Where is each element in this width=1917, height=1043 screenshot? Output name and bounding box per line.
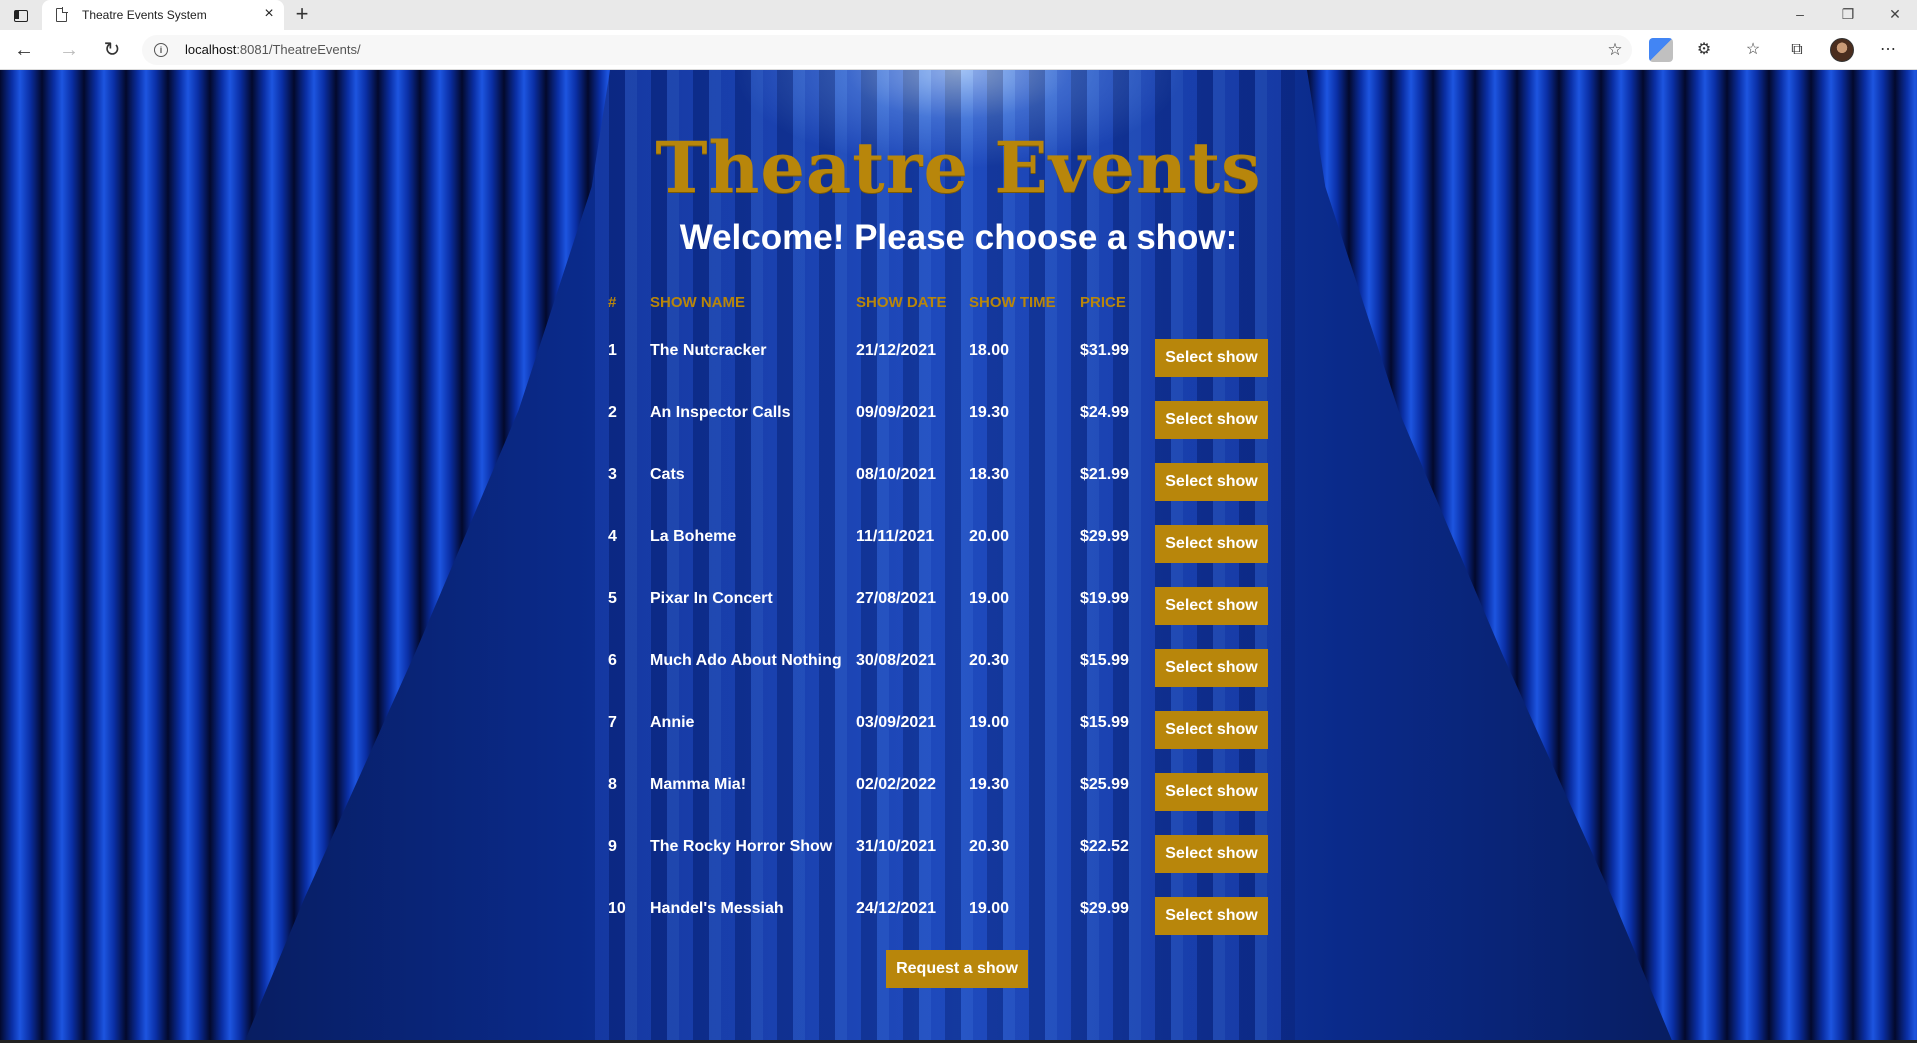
show-date: 21/12/2021: [856, 342, 937, 359]
page-icon: [56, 7, 68, 22]
extensions-icon[interactable]: ⚙: [1692, 38, 1716, 62]
select-show-button[interactable]: Select show: [1155, 587, 1268, 625]
show-date: 09/09/2021: [856, 404, 937, 421]
show-time: 19.00: [969, 714, 1010, 731]
show-name: Annie: [650, 714, 695, 731]
minimize-button[interactable]: –: [1785, 4, 1815, 24]
select-show-button[interactable]: Select show: [1155, 339, 1268, 377]
page-body: Theatre Events Welcome! Please choose a …: [0, 70, 1917, 1043]
url-path: :8081/TheatreEvents/: [236, 42, 361, 57]
show-price: $15.99: [1080, 652, 1129, 669]
collections-icon[interactable]: ⧉: [1785, 38, 1809, 62]
show-name: Pixar In Concert: [650, 590, 773, 607]
show-date: 31/10/2021: [856, 838, 937, 855]
extension-icon[interactable]: [1649, 38, 1673, 62]
show-time: 19.30: [969, 404, 1010, 421]
show-time: 18.00: [969, 342, 1010, 359]
show-name: Cats: [650, 466, 685, 483]
select-show-button[interactable]: Select show: [1155, 711, 1268, 749]
show-price: $21.99: [1080, 466, 1129, 483]
row-number: 3: [608, 466, 617, 483]
select-show-button[interactable]: Select show: [1155, 401, 1268, 439]
browser-tab[interactable]: Theatre Events System ×: [42, 0, 284, 30]
restore-button[interactable]: ❐: [1833, 4, 1863, 24]
show-price: $24.99: [1080, 404, 1129, 421]
tab-actions-icon[interactable]: [10, 6, 30, 24]
show-time: 20.30: [969, 652, 1010, 669]
select-show-button[interactable]: Select show: [1155, 773, 1268, 811]
row-number: 1: [608, 342, 617, 359]
show-price: $15.99: [1080, 714, 1129, 731]
column-header-show-time: SHOW TIME: [969, 294, 1056, 311]
row-number: 7: [608, 714, 617, 731]
row-number: 9: [608, 838, 617, 855]
show-price: $19.99: [1080, 590, 1129, 607]
show-name: Mamma Mia!: [650, 776, 747, 793]
favorites-icon[interactable]: ☆: [1741, 38, 1765, 62]
select-show-button[interactable]: Select show: [1155, 463, 1268, 501]
select-show-button[interactable]: Select show: [1155, 835, 1268, 873]
show-price: $31.99: [1080, 342, 1129, 359]
add-favorite-icon[interactable]: ☆: [1604, 39, 1626, 61]
close-window-button[interactable]: ✕: [1880, 4, 1910, 24]
show-time: 19.00: [969, 590, 1010, 607]
reload-button[interactable]: ↻: [100, 38, 124, 62]
url-host: localhost: [185, 42, 237, 57]
select-show-button[interactable]: Select show: [1155, 649, 1268, 687]
show-date: 02/02/2022: [856, 776, 937, 793]
page-subtitle: Welcome! Please choose a show:: [679, 218, 1238, 257]
row-number: 4: [608, 528, 617, 545]
row-number: 6: [608, 652, 617, 669]
show-date: 30/08/2021: [856, 652, 937, 669]
show-price: $29.99: [1080, 528, 1129, 545]
column-header-show-name: SHOW NAME: [650, 294, 745, 311]
show-time: 20.30: [969, 838, 1010, 855]
show-name: La Boheme: [650, 528, 737, 545]
show-name: Much Ado About Nothing: [650, 652, 842, 669]
show-name: The Rocky Horror Show: [650, 838, 833, 855]
forward-button[interactable]: →: [57, 38, 81, 62]
show-name: An Inspector Calls: [650, 404, 791, 421]
show-name: The Nutcracker: [650, 342, 767, 359]
select-show-button[interactable]: Select show: [1155, 897, 1268, 935]
row-number: 8: [608, 776, 617, 793]
more-menu-icon[interactable]: ⋯: [1876, 38, 1900, 62]
show-time: 18.30: [969, 466, 1010, 483]
show-time: 19.00: [969, 900, 1010, 917]
show-name: Handel's Messiah: [650, 900, 784, 917]
row-number: 2: [608, 404, 617, 421]
column-header-price: PRICE: [1080, 294, 1126, 311]
url-text[interactable]: localhost:8081/TheatreEvents/: [185, 42, 361, 57]
show-date: 11/11/2021: [856, 528, 935, 545]
new-tab-button[interactable]: +: [291, 3, 313, 25]
column-header-number: #: [608, 294, 617, 311]
info-icon[interactable]: i: [154, 43, 168, 57]
browser-toolbar: ← → ↻ i localhost:8081/TheatreEvents/ ☆ …: [0, 30, 1917, 70]
show-date: 24/12/2021: [856, 900, 937, 917]
show-price: $22.52: [1080, 838, 1129, 855]
left-curtain-image: [0, 70, 610, 1043]
request-show-button[interactable]: Request a show: [886, 950, 1028, 988]
close-tab-icon[interactable]: ×: [260, 5, 278, 23]
address-bar[interactable]: i localhost:8081/TheatreEvents/ ☆: [142, 35, 1632, 65]
show-price: $29.99: [1080, 900, 1129, 917]
show-price: $25.99: [1080, 776, 1129, 793]
row-number: 10: [608, 900, 626, 917]
show-time: 19.30: [969, 776, 1010, 793]
browser-tab-bar: Theatre Events System × + – ❐ ✕: [0, 0, 1917, 30]
right-curtain-image: [1307, 70, 1917, 1043]
show-date: 03/09/2021: [856, 714, 937, 731]
select-show-button[interactable]: Select show: [1155, 525, 1268, 563]
tab-title: Theatre Events System: [82, 8, 207, 22]
show-date: 08/10/2021: [856, 466, 937, 483]
back-button[interactable]: ←: [12, 38, 36, 62]
page-title: Theatre Events: [655, 126, 1262, 209]
show-time: 20.00: [969, 528, 1010, 545]
profile-avatar[interactable]: [1830, 38, 1854, 62]
row-number: 5: [608, 590, 617, 607]
show-date: 27/08/2021: [856, 590, 937, 607]
column-header-show-date: SHOW DATE: [856, 294, 947, 311]
